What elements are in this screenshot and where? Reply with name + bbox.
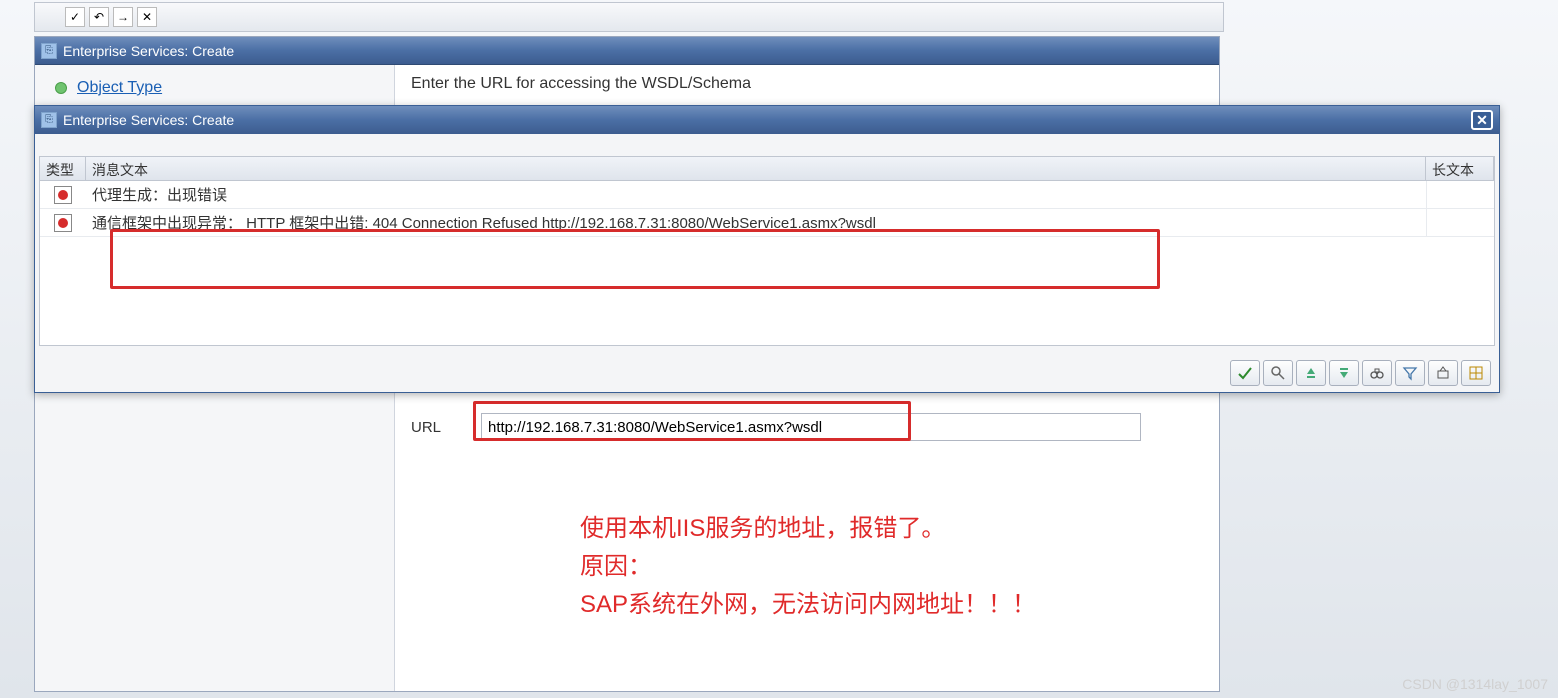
find-icon[interactable] [1263, 360, 1293, 386]
error-icon [54, 186, 72, 204]
message-cell: 代理生成：出现错误 [86, 184, 1426, 205]
window-title: Enterprise Services: Create [63, 43, 234, 59]
step-bullet-icon [55, 82, 67, 94]
message-grid: 类型 消息文本 长文本 代理生成：出现错误 通信框架中出现异常： HTTP 框架… [39, 156, 1495, 346]
wizard-hint: Enter the URL for accessing the WSDL/Sch… [411, 75, 1203, 93]
annotation-text: 使用本机IIS服务的地址，报错了。 原因： SAP系统在外网，无法访问内网地址！… [580, 510, 1140, 624]
table-row[interactable]: 通信框架中出现异常： HTTP 框架中出错: 404 Connection Re… [40, 209, 1494, 237]
watermark: CSDN @1314lay_1007 [1402, 676, 1548, 692]
window-icon: ⎘ [41, 112, 57, 128]
table-row[interactable]: 代理生成：出现错误 [40, 181, 1494, 209]
titlebar-back[interactable]: ⎘ Enterprise Services: Create [35, 37, 1219, 65]
check-icon[interactable] [1230, 360, 1260, 386]
col-longtext[interactable]: 长文本 [1426, 157, 1494, 180]
url-row: URL [411, 413, 1203, 441]
longtext-cell[interactable] [1426, 209, 1494, 236]
filter-icon[interactable] [1395, 360, 1425, 386]
close-icon[interactable]: ✕ [1471, 110, 1493, 130]
binoculars-icon[interactable] [1362, 360, 1392, 386]
url-label: URL [411, 419, 461, 436]
window-icon: ⎘ [41, 43, 57, 59]
sort-desc-icon[interactable] [1329, 360, 1359, 386]
sidebar-item-label: Object Type [77, 79, 162, 97]
window-title: Enterprise Services: Create [63, 112, 234, 128]
col-type[interactable]: 类型 [40, 157, 86, 180]
annotation-line: 原因： [580, 548, 1140, 586]
export-icon[interactable] [1428, 360, 1458, 386]
toolbar-icon[interactable]: ↶ [89, 7, 109, 27]
grid-toolbar [1230, 360, 1491, 386]
annotation-line: 使用本机IIS服务的地址，报错了。 [580, 510, 1140, 548]
longtext-cell[interactable] [1426, 181, 1494, 208]
url-input[interactable] [481, 413, 1141, 441]
error-icon [54, 214, 72, 232]
titlebar-front[interactable]: ⎘ Enterprise Services: Create ✕ [35, 106, 1499, 134]
sidebar-item-object-type[interactable]: Object Type [55, 75, 394, 101]
col-message[interactable]: 消息文本 [86, 157, 1426, 180]
grid-header: 类型 消息文本 长文本 [40, 157, 1494, 181]
toolbar-icon[interactable]: → [113, 7, 133, 27]
annotation-line: SAP系统在外网，无法访问内网地址！！！ [580, 586, 1140, 624]
error-window: ⎘ Enterprise Services: Create ✕ 类型 消息文本 … [34, 105, 1500, 393]
grid-icon[interactable] [1461, 360, 1491, 386]
message-cell: 通信框架中出现异常： HTTP 框架中出错: 404 Connection Re… [86, 212, 1426, 233]
toolbar-icon[interactable]: ✕ [137, 7, 157, 27]
annotation-box-error [110, 229, 1160, 289]
sort-asc-icon[interactable] [1296, 360, 1326, 386]
app-toolbar: ✓ ↶ → ✕ [34, 2, 1224, 32]
toolbar-icon[interactable]: ✓ [65, 7, 85, 27]
